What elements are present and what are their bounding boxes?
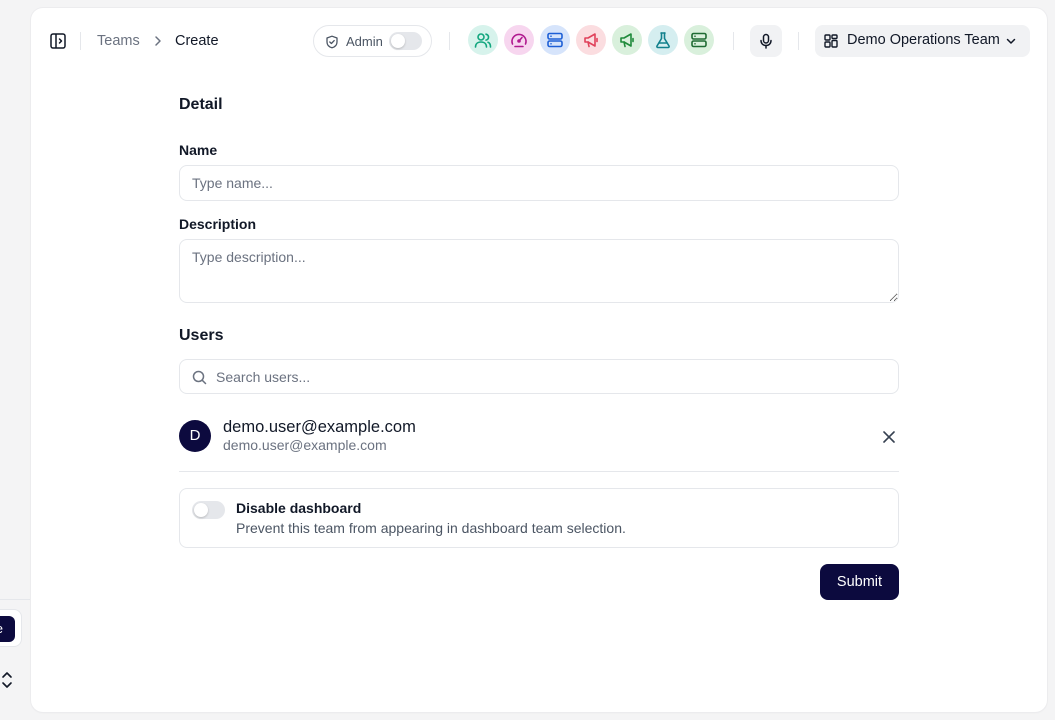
- server-icon: [691, 32, 707, 48]
- description-label: Description: [179, 216, 257, 232]
- header-divider: [80, 32, 81, 50]
- microphone-icon: [760, 33, 772, 49]
- database-app-button[interactable]: [684, 25, 714, 55]
- gauge-icon: [511, 33, 527, 48]
- user-name: demo.user@example.com: [223, 418, 416, 436]
- chevron-down-icon: [1006, 38, 1016, 44]
- server-app-button[interactable]: [540, 25, 570, 55]
- description-textarea[interactable]: [179, 239, 899, 303]
- top-header: Teams Create Admin Demo Operations Team: [31, 8, 1047, 74]
- toggle-knob: [391, 34, 405, 48]
- flask-icon: [656, 32, 670, 49]
- sidebar-action-label: e: [0, 616, 15, 642]
- voice-input-button[interactable]: [750, 25, 782, 57]
- megaphone-icon: [620, 33, 634, 48]
- header-divider: [733, 32, 734, 50]
- search-icon: [192, 370, 207, 385]
- admin-mode-pill: Admin: [313, 25, 432, 57]
- breadcrumb-current: Create: [175, 33, 219, 49]
- chevron-right-icon: [155, 36, 161, 46]
- megaphone-green-app-button[interactable]: [612, 25, 642, 55]
- user-search-input[interactable]: [216, 360, 886, 393]
- submit-button[interactable]: Submit: [820, 564, 899, 600]
- detail-section-title: Detail: [179, 96, 223, 113]
- header-divider: [449, 32, 450, 50]
- megaphone-red-app-button[interactable]: [576, 25, 606, 55]
- admin-label: Admin: [346, 34, 383, 49]
- user-email: demo.user@example.com: [223, 437, 387, 453]
- flask-app-button[interactable]: [648, 25, 678, 55]
- server-icon: [547, 32, 563, 48]
- disable-dashboard-title: Disable dashboard: [236, 500, 362, 516]
- gauge-app-button[interactable]: [504, 25, 534, 55]
- chevrons-up-down-icon[interactable]: [0, 670, 14, 690]
- disable-dashboard-setting: Disable dashboard Prevent this team from…: [179, 488, 899, 548]
- grid-icon: [824, 34, 838, 48]
- disable-dashboard-description: Prevent this team from appearing in dash…: [236, 520, 626, 536]
- shield-check-icon: [326, 35, 338, 49]
- users-section-title: Users: [179, 327, 224, 344]
- disable-dashboard-toggle[interactable]: [192, 501, 225, 519]
- main-panel: Teams Create Admin Demo Operations Team: [31, 8, 1047, 712]
- megaphone-icon: [584, 33, 598, 48]
- name-label: Name: [179, 142, 218, 158]
- header-divider: [798, 32, 799, 50]
- close-icon[interactable]: [881, 429, 897, 445]
- name-input[interactable]: [179, 165, 899, 201]
- avatar: D: [179, 420, 211, 452]
- sidebar-action-button[interactable]: e: [0, 609, 22, 647]
- breadcrumb-teams-link[interactable]: Teams: [97, 32, 140, 50]
- users-icon: [474, 33, 492, 48]
- selected-user-row: D demo.user@example.com demo.user@exampl…: [179, 418, 899, 470]
- team-selector-label: Demo Operations Team: [847, 32, 1000, 48]
- sidebar-divider: [0, 599, 31, 600]
- toggle-knob: [194, 503, 208, 517]
- divider: [179, 471, 899, 472]
- sidebar-toggle-icon[interactable]: [49, 32, 67, 50]
- user-search-field: [179, 359, 899, 394]
- team-selector[interactable]: Demo Operations Team: [815, 25, 1030, 57]
- admin-toggle[interactable]: [389, 32, 422, 50]
- users-app-button[interactable]: [468, 25, 498, 55]
